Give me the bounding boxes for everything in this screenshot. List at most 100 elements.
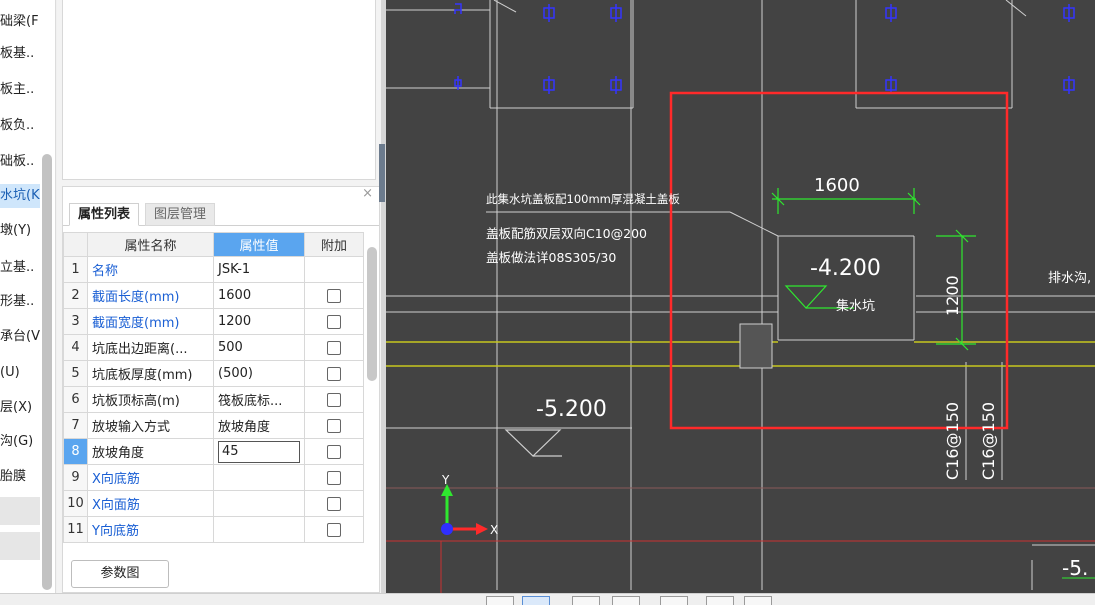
extra-cell bbox=[304, 308, 364, 335]
rebar-label-2: C16@150 bbox=[979, 402, 998, 480]
property-value[interactable]: (500) bbox=[213, 360, 305, 387]
extra-cell bbox=[304, 386, 364, 413]
property-name: 放坡角度 bbox=[87, 438, 214, 465]
property-row[interactable]: 7 放坡输入方式 放坡角度 bbox=[63, 412, 364, 439]
tree-scrollbar[interactable] bbox=[42, 154, 52, 590]
property-value[interactable]: 放坡角度 bbox=[213, 412, 305, 439]
tab-property-list[interactable]: 属性列表 bbox=[69, 203, 140, 226]
properties-panel: × 属性列表 图层管理 属性名称 属性值 附加 1 名称 JSK-1 2 截面长度(mm… bbox=[62, 186, 380, 593]
property-row[interactable]: 1 名称 JSK-1 bbox=[63, 256, 364, 283]
drawing-lines bbox=[386, 0, 1095, 590]
corner-elevation: -5. bbox=[1062, 556, 1088, 580]
grid-header: 属性名称 属性值 附加 bbox=[63, 232, 364, 257]
extra-cell bbox=[304, 464, 364, 491]
extra-checkbox[interactable] bbox=[327, 366, 341, 381]
extra-checkbox[interactable] bbox=[327, 392, 341, 407]
property-name: 名称 bbox=[87, 256, 214, 283]
status-toggle-3[interactable] bbox=[572, 596, 600, 605]
extra-checkbox[interactable] bbox=[327, 340, 341, 355]
property-name: 截面长度(mm) bbox=[87, 282, 214, 309]
extra-cell bbox=[304, 360, 364, 387]
property-row[interactable]: 6 坑板顶标高(m) 筏板底标... bbox=[63, 386, 364, 413]
splitter-collapse-handle[interactable] bbox=[379, 144, 385, 202]
tree-item-pier[interactable]: 墩(Y) bbox=[0, 219, 40, 243]
property-name: X向底筋 bbox=[87, 464, 214, 491]
property-row[interactable]: 4 坑底出边距离(... 500 bbox=[63, 334, 364, 361]
row-number: 6 bbox=[63, 386, 88, 413]
cad-drawing-canvas[interactable]: 此集水坑盖板配100mm厚混凝土盖板 盖板配筋双层双向C10@200 盖板做法详… bbox=[386, 0, 1095, 593]
status-toggle-1[interactable] bbox=[486, 596, 514, 605]
status-toggle-5[interactable] bbox=[660, 596, 688, 605]
property-row[interactable]: 9 X向底筋 bbox=[63, 464, 364, 491]
header-property-value: 属性值 bbox=[213, 232, 305, 257]
tree-item-sump-pit[interactable]: 水坑(K bbox=[0, 184, 40, 208]
property-value[interactable] bbox=[213, 490, 305, 517]
tab-layer-management[interactable]: 图层管理 bbox=[145, 203, 216, 226]
pit-label: 集水坑 bbox=[836, 298, 875, 314]
tree-item-foundation-slab[interactable]: 础板.. bbox=[0, 150, 40, 174]
tree-item-raft-neg-rebar[interactable]: 板负.. bbox=[0, 114, 40, 138]
extra-checkbox[interactable] bbox=[327, 314, 341, 329]
property-row[interactable]: 11 Y向底筋 bbox=[63, 516, 364, 543]
property-row[interactable]: 2 截面长度(mm) 1600 bbox=[63, 282, 364, 309]
close-icon[interactable]: × bbox=[362, 186, 373, 201]
property-name: X向面筋 bbox=[87, 490, 214, 517]
status-toggle-4[interactable] bbox=[612, 596, 640, 605]
extra-checkbox[interactable] bbox=[327, 496, 341, 511]
tree-item-layer-x[interactable]: 层(X) bbox=[0, 396, 40, 420]
extra-cell bbox=[304, 282, 364, 309]
extra-cell bbox=[304, 490, 364, 517]
note-line-1: 此集水坑盖板配100mm厚混凝土盖板 bbox=[486, 192, 680, 206]
property-row[interactable]: 10 X向面筋 bbox=[63, 490, 364, 517]
row-number: 2 bbox=[63, 282, 88, 309]
component-preview bbox=[62, 0, 376, 180]
tree-item-empty bbox=[0, 497, 40, 525]
property-name: 坑板顶标高(m) bbox=[87, 386, 214, 413]
tree-item-brick-formwork[interactable]: 胎膜 bbox=[0, 465, 40, 489]
row-number: 9 bbox=[63, 464, 88, 491]
extra-checkbox[interactable] bbox=[327, 288, 341, 303]
header-property-name: 属性名称 bbox=[87, 232, 214, 257]
dim-width-label: 1200 bbox=[943, 275, 962, 316]
property-value[interactable]: 筏板底标... bbox=[213, 386, 305, 413]
property-row[interactable]: 5 坑底板厚度(mm) (500) bbox=[63, 360, 364, 387]
status-toggle-7[interactable] bbox=[744, 596, 772, 605]
property-name: Y向底筋 bbox=[87, 516, 214, 543]
property-value-input[interactable]: 45 bbox=[218, 440, 300, 463]
elevation-lower: -5.200 bbox=[536, 397, 607, 422]
property-row[interactable]: 8 放坡角度 45 bbox=[63, 438, 364, 465]
property-name: 坑底板厚度(mm) bbox=[87, 360, 214, 387]
parameter-diagram-button[interactable]: 参数图 bbox=[71, 560, 169, 588]
tree-item-raft-rebar[interactable]: 板基.. bbox=[0, 42, 40, 66]
extra-checkbox[interactable] bbox=[327, 470, 341, 485]
sump-block bbox=[739, 323, 773, 369]
status-toggle-6[interactable] bbox=[706, 596, 734, 605]
row-number: 7 bbox=[63, 412, 88, 439]
extra-cell bbox=[304, 412, 364, 439]
cad-drawing: 此集水坑盖板配100mm厚混凝土盖板 盖板配筋双层双向C10@200 盖板做法详… bbox=[386, 0, 1095, 593]
property-value-cell[interactable]: 45 bbox=[213, 438, 305, 465]
property-value[interactable]: JSK-1 bbox=[213, 256, 305, 283]
property-value[interactable] bbox=[213, 516, 305, 543]
property-value[interactable]: 1200 bbox=[213, 308, 305, 335]
row-number: 1 bbox=[63, 256, 88, 283]
tree-item-foundation-beam[interactable]: 础梁(F bbox=[0, 10, 40, 34]
tree-item-strip-footing[interactable]: 形基.. bbox=[0, 290, 40, 314]
property-value[interactable]: 1600 bbox=[213, 282, 305, 309]
status-toggle-2[interactable] bbox=[522, 596, 550, 605]
extra-checkbox[interactable] bbox=[327, 522, 341, 537]
tree-item-isolated-footing[interactable]: 立基.. bbox=[0, 256, 40, 280]
property-value[interactable] bbox=[213, 464, 305, 491]
tree-item-raft-main-rebar[interactable]: 板主.. bbox=[0, 78, 40, 102]
extra-checkbox[interactable] bbox=[327, 444, 341, 459]
middle-panel: × 属性列表 图层管理 属性名称 属性值 附加 1 名称 JSK-1 2 截面长度(mm… bbox=[57, 0, 381, 593]
extra-checkbox[interactable] bbox=[327, 418, 341, 433]
property-value[interactable]: 500 bbox=[213, 334, 305, 361]
row-number: 5 bbox=[63, 360, 88, 387]
tree-item-u[interactable]: (U) bbox=[0, 361, 40, 385]
tree-item-trench[interactable]: 沟(G) bbox=[0, 430, 40, 454]
property-row[interactable]: 3 截面宽度(mm) 1200 bbox=[63, 308, 364, 335]
row-number: 8 bbox=[63, 438, 88, 465]
properties-scrollbar[interactable] bbox=[367, 247, 377, 381]
tree-item-pile-cap[interactable]: 承台(V bbox=[0, 325, 40, 349]
